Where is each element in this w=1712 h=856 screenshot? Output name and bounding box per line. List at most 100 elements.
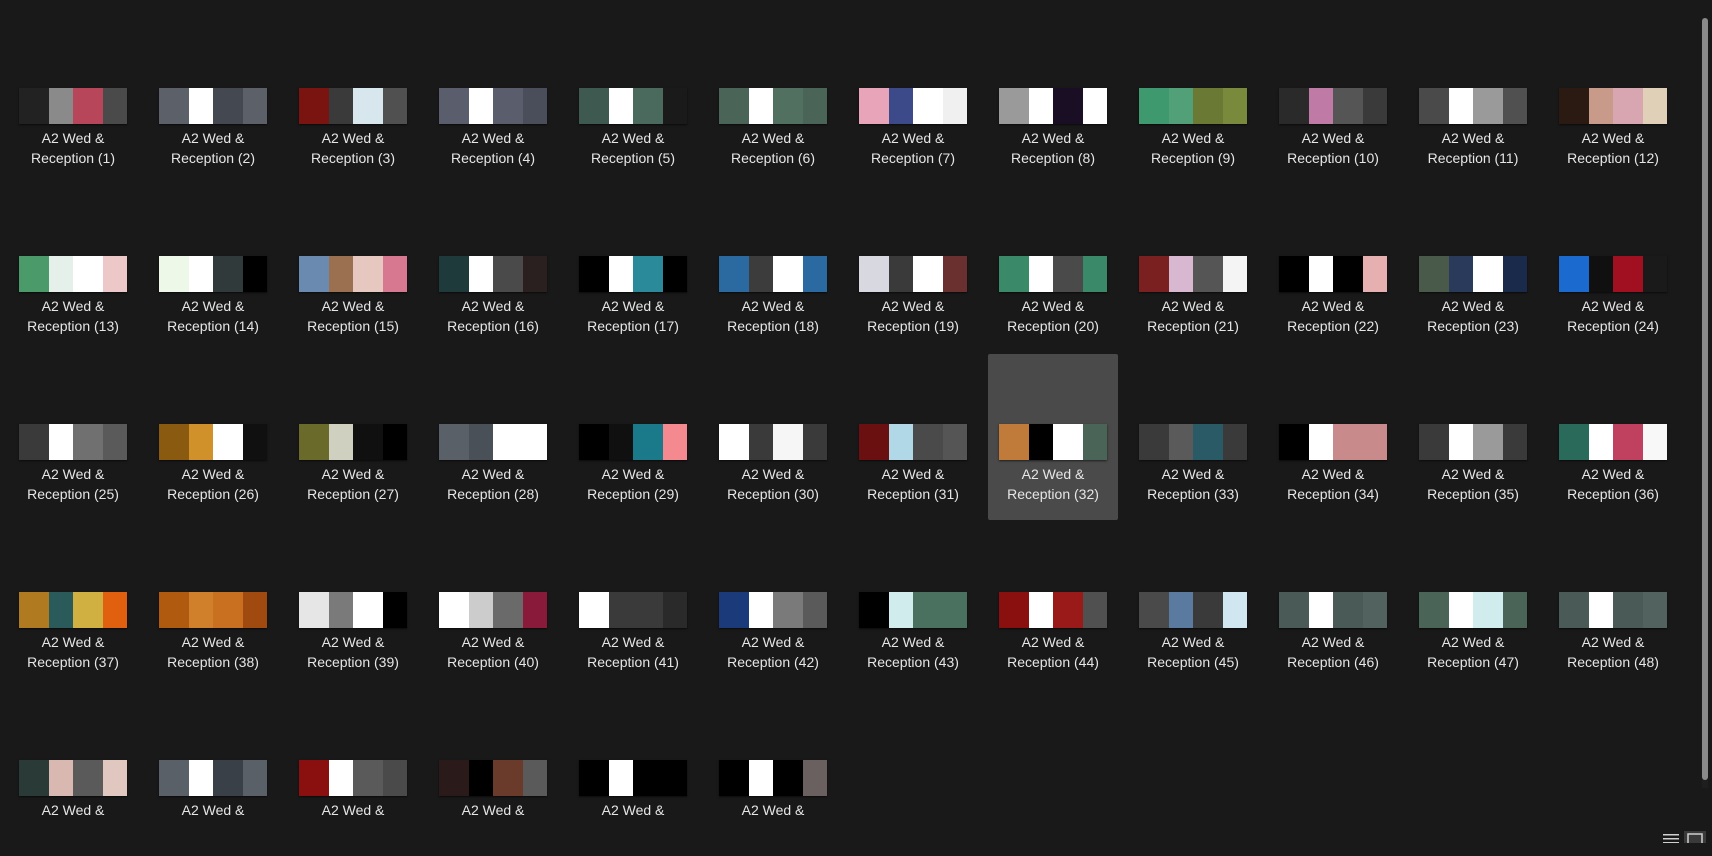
vertical-scrollbar[interactable]	[1702, 18, 1708, 788]
file-thumbnail	[19, 760, 127, 796]
file-item[interactable]: A2 Wed & Reception (24)	[1548, 186, 1678, 352]
file-item[interactable]: A2 Wed & Reception (16)	[428, 186, 558, 352]
file-name-line1: A2 Wed &	[881, 130, 945, 146]
file-name-line2: Reception (33)	[1147, 486, 1239, 502]
file-item[interactable]: A2 Wed & Reception (37)	[8, 522, 138, 688]
file-item[interactable]: A2 Wed & Reception (36)	[1548, 354, 1678, 520]
file-thumbnail	[159, 424, 267, 460]
file-name-line1: A2 Wed &	[601, 466, 665, 482]
file-thumbnail	[999, 88, 1107, 124]
file-name-line2: Reception (13)	[27, 318, 119, 334]
file-item[interactable]: A2 Wed &	[708, 690, 838, 856]
file-thumbnail	[1559, 256, 1667, 292]
file-name-line2: Reception (39)	[307, 654, 399, 670]
file-item[interactable]: A2 Wed & Reception (44)	[988, 522, 1118, 688]
file-item[interactable]: A2 Wed & Reception (45)	[1128, 522, 1258, 688]
file-thumbnail	[19, 256, 127, 292]
details-view-button[interactable]	[1660, 831, 1682, 843]
file-item[interactable]: A2 Wed & Reception (26)	[148, 354, 278, 520]
file-name-line2: Reception (42)	[727, 654, 819, 670]
file-item[interactable]: A2 Wed & Reception (7)	[848, 18, 978, 184]
file-item[interactable]: A2 Wed & Reception (41)	[568, 522, 698, 688]
file-name: A2 Wed & Reception (11)	[1408, 128, 1538, 168]
file-name-line1: A2 Wed &	[461, 130, 525, 146]
file-thumbnail	[439, 424, 547, 460]
file-thumbnail	[719, 88, 827, 124]
file-name-line1: A2 Wed &	[1161, 130, 1225, 146]
file-thumbnail	[439, 256, 547, 292]
file-item[interactable]: A2 Wed & Reception (38)	[148, 522, 278, 688]
file-item[interactable]: A2 Wed & Reception (5)	[568, 18, 698, 184]
file-item[interactable]: A2 Wed & Reception (28)	[428, 354, 558, 520]
file-item[interactable]: A2 Wed & Reception (14)	[148, 186, 278, 352]
file-name: A2 Wed & Reception (14)	[148, 296, 278, 336]
file-item[interactable]: A2 Wed & Reception (13)	[8, 186, 138, 352]
file-item[interactable]: A2 Wed & Reception (4)	[428, 18, 558, 184]
file-item[interactable]: A2 Wed & Reception (2)	[148, 18, 278, 184]
file-thumbnail	[579, 424, 687, 460]
file-item[interactable]: A2 Wed & Reception (48)	[1548, 522, 1678, 688]
large-icons-view-button[interactable]	[1684, 831, 1706, 843]
file-item[interactable]: A2 Wed & Reception (8)	[988, 18, 1118, 184]
file-name-line1: A2 Wed &	[41, 466, 105, 482]
file-item[interactable]: A2 Wed & Reception (21)	[1128, 186, 1258, 352]
file-name: A2 Wed &	[428, 800, 558, 820]
file-item[interactable]: A2 Wed & Reception (19)	[848, 186, 978, 352]
file-item[interactable]: A2 Wed & Reception (10)	[1268, 18, 1398, 184]
scrollbar-thumb[interactable]	[1702, 18, 1708, 781]
file-item[interactable]: A2 Wed & Reception (33)	[1128, 354, 1258, 520]
file-item[interactable]: A2 Wed & Reception (17)	[568, 186, 698, 352]
file-thumbnail	[999, 424, 1107, 460]
file-name-line2: Reception (5)	[590, 150, 676, 166]
file-item[interactable]: A2 Wed &	[568, 690, 698, 856]
file-item[interactable]: A2 Wed &	[428, 690, 558, 856]
file-name-line2: Reception (8)	[1010, 150, 1096, 166]
file-name-line2: Reception (31)	[867, 486, 959, 502]
file-name-line2: Reception (26)	[167, 486, 259, 502]
file-name-line2: Reception (35)	[1427, 486, 1519, 502]
file-thumbnail	[859, 424, 967, 460]
file-name-line1: A2 Wed &	[1581, 634, 1645, 650]
file-name-line1: A2 Wed &	[1441, 466, 1505, 482]
file-item[interactable]: A2 Wed & Reception (46)	[1268, 522, 1398, 688]
file-name-line1: A2 Wed &	[1581, 130, 1645, 146]
file-item[interactable]: A2 Wed & Reception (31)	[848, 354, 978, 520]
file-item[interactable]: A2 Wed & Reception (32)	[988, 354, 1118, 520]
file-item[interactable]: A2 Wed & Reception (12)	[1548, 18, 1678, 184]
file-name-line2: Reception (25)	[27, 486, 119, 502]
file-item[interactable]: A2 Wed & Reception (23)	[1408, 186, 1538, 352]
file-item[interactable]: A2 Wed & Reception (11)	[1408, 18, 1538, 184]
file-item[interactable]: A2 Wed & Reception (6)	[708, 18, 838, 184]
file-item[interactable]: A2 Wed & Reception (22)	[1268, 186, 1398, 352]
file-item[interactable]: A2 Wed & Reception (35)	[1408, 354, 1538, 520]
file-item[interactable]: A2 Wed & Reception (25)	[8, 354, 138, 520]
file-item[interactable]: A2 Wed & Reception (9)	[1128, 18, 1258, 184]
file-item[interactable]: A2 Wed & Reception (42)	[708, 522, 838, 688]
file-item[interactable]: A2 Wed & Reception (27)	[288, 354, 418, 520]
file-thumbnail	[19, 424, 127, 460]
file-item[interactable]: A2 Wed & Reception (15)	[288, 186, 418, 352]
file-item[interactable]: A2 Wed & Reception (34)	[1268, 354, 1398, 520]
file-item[interactable]: A2 Wed & Reception (29)	[568, 354, 698, 520]
file-name-line1: A2 Wed &	[601, 802, 665, 818]
file-name-line1: A2 Wed &	[1581, 466, 1645, 482]
file-item[interactable]: A2 Wed & Reception (20)	[988, 186, 1118, 352]
file-item[interactable]: A2 Wed & Reception (47)	[1408, 522, 1538, 688]
file-name: A2 Wed & Reception (17)	[568, 296, 698, 336]
file-item[interactable]: A2 Wed & Reception (3)	[288, 18, 418, 184]
file-item[interactable]: A2 Wed &	[288, 690, 418, 856]
file-name-line2: Reception (32)	[1007, 486, 1099, 502]
file-name-line2: Reception (12)	[1567, 150, 1659, 166]
file-thumbnail	[1139, 256, 1247, 292]
file-item[interactable]: A2 Wed & Reception (39)	[288, 522, 418, 688]
file-name: A2 Wed & Reception (41)	[568, 632, 698, 672]
file-item[interactable]: A2 Wed &	[148, 690, 278, 856]
file-name-line1: A2 Wed &	[461, 634, 525, 650]
file-item[interactable]: A2 Wed & Reception (40)	[428, 522, 558, 688]
file-item[interactable]: A2 Wed & Reception (1)	[8, 18, 138, 184]
file-item[interactable]: A2 Wed &	[8, 690, 138, 856]
file-name: A2 Wed & Reception (43)	[848, 632, 978, 672]
file-item[interactable]: A2 Wed & Reception (43)	[848, 522, 978, 688]
file-item[interactable]: A2 Wed & Reception (18)	[708, 186, 838, 352]
file-item[interactable]: A2 Wed & Reception (30)	[708, 354, 838, 520]
